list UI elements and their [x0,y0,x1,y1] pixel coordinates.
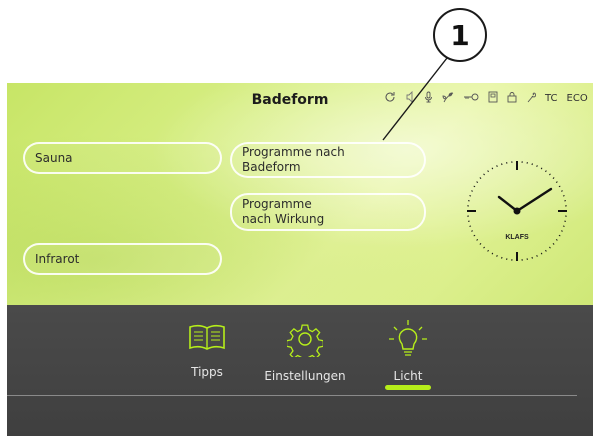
wrench-icon [526,91,537,106]
bottom-dock: Tipps Einstellungen Licht [7,305,593,436]
clock-tick [479,177,482,179]
clock-tick [487,170,489,173]
lightbulb-icon [388,319,428,361]
clock-tick [540,167,543,170]
clock-tick [558,234,561,237]
clock-tick [558,185,561,188]
clock-tick [552,243,555,245]
programme-badeform-button[interactable]: Programme nach Badeform [230,142,426,178]
dock-item-einstellungen[interactable]: Einstellungen [259,321,351,383]
dock-item-tipps[interactable]: Tipps [182,321,232,379]
microphone-icon [424,91,433,106]
book-icon [187,321,227,357]
dock-divider [7,395,577,396]
dock-label-licht: Licht [393,369,423,383]
programme-wirkung-line2: nach Wirkung [242,212,325,226]
lock-icon [507,91,517,106]
clock-tick [536,255,538,257]
refresh-icon [384,91,396,106]
infrarot-button-label: Infrarot [35,251,80,266]
callout-marker: 1 [433,8,487,62]
callout-number: 1 [450,18,470,52]
clock-tick [545,249,547,252]
clock-tick [555,181,558,183]
clock-tick [491,252,494,255]
clock-tick [561,190,563,192]
clock-tick [540,252,543,255]
tc-indicator: TC [545,93,558,104]
programme-badeform-line1: Programme nach [242,145,345,159]
programme-wirkung-button[interactable]: Programme nach Wirkung [230,193,426,231]
memory-icon [488,91,498,106]
clock-tick [552,177,555,179]
clock-tick [483,173,485,176]
sauna-button[interactable]: Sauna [23,142,222,174]
eco-indicator: ECO [566,93,588,104]
clock-brand: KLAFS [505,234,529,241]
status-bar: TC ECO [384,90,588,106]
speaker-icon [405,90,415,106]
clock-tick [479,243,482,245]
clock-tick [476,239,479,241]
page-title: Badeform [251,92,329,108]
dock-item-licht[interactable]: Licht [381,319,435,383]
active-tab-indicator [385,385,431,390]
infrarot-button[interactable]: Infrarot [23,243,222,275]
clock-tick [496,165,498,167]
programme-wirkung-line1: Programme [242,197,312,211]
main-panel: Badeform TC ECO Sauna Programme nach Bad… [7,83,593,305]
clock-tick [473,234,476,237]
analog-clock: KLAFS [467,161,567,261]
clock-tick [536,165,538,167]
clock-tick [549,173,551,176]
dock-label-einstellungen: Einstellungen [264,369,346,383]
clock-tick [555,239,558,241]
herb-icon [442,91,454,106]
clock-tick [487,249,489,252]
clock-tick [561,230,563,232]
clock-tick [545,170,547,173]
clock-tick [476,181,479,183]
clock-tick [471,190,473,192]
clock-tick [549,246,551,249]
clock-tick [483,246,485,249]
sauna-button-label: Sauna [35,150,73,165]
gear-icon [285,321,324,363]
clock-tick [473,185,476,188]
dock-label-tipps: Tipps [191,365,223,379]
clock-center [513,207,521,215]
clock-tick [471,230,473,232]
clock-tick [491,167,494,170]
programme-badeform-line2: Badeform [242,160,301,174]
clock-tick [496,255,498,257]
key-icon [463,91,479,106]
clock-second-hand [516,196,541,212]
